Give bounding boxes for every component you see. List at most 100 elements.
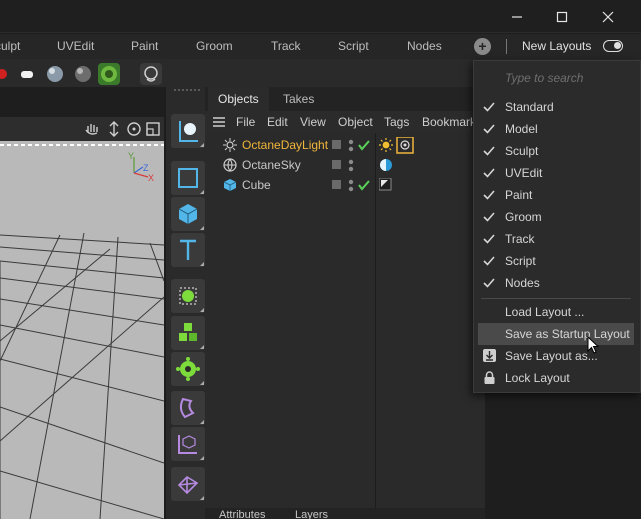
menu-object[interactable]: Object [338,111,373,133]
viewport-grid: Y Z X [0,144,164,519]
tab-attributes[interactable]: Attributes [219,509,265,519]
editor-visibility-dot [348,139,354,145]
layout-tab-sculpt[interactable]: Sculpt [0,34,20,59]
maximize-button[interactable] [539,0,585,33]
title-bar [0,0,641,33]
minimize-icon [512,15,522,18]
new-layouts-toggle[interactable] [603,40,623,52]
sun-tag-icon [379,138,393,152]
layout-item-paint[interactable]: Paint [478,184,634,206]
material-sphere-icon[interactable] [44,63,66,85]
rectangle-select-icon [178,168,198,188]
object-name-octanesky[interactable]: OctaneSky [242,155,301,175]
subdivision-button[interactable] [171,279,205,313]
tab-objects[interactable]: Objects [208,87,269,111]
menu-view[interactable]: View [300,111,326,133]
move-icon[interactable] [109,121,119,137]
viewport-header [0,117,164,141]
check-icon [483,234,495,244]
save-startup-layout-item[interactable]: Save as Startup Layout [478,323,634,345]
environment-tag-icon [380,159,392,171]
layer-icon [332,160,341,169]
check-icon [483,102,495,112]
render-visibility-dot [348,166,354,172]
layout-tab-track[interactable]: Track [271,34,301,59]
check-icon [483,212,495,222]
spline-shape-button[interactable] [171,467,205,501]
object-name-cube[interactable]: Cube [242,175,271,195]
lock-icon [484,371,495,384]
cube-object-button[interactable] [171,197,205,231]
add-layout-button[interactable]: + [474,38,491,55]
check-icon [483,190,495,200]
rectangle-select-button[interactable] [171,161,205,195]
minimize-button[interactable] [494,0,540,33]
layout-item-track[interactable]: Track [478,228,634,250]
spline-cube-icon [178,435,197,454]
menu-separator [481,298,631,299]
text-icon [180,239,196,260]
effector-icon [176,357,200,381]
menu-bookmarks[interactable]: Bookmarks [422,111,473,133]
octane-light-tag-icon [396,137,414,154]
layout-tab-uvedit[interactable]: UVEdit [57,34,94,59]
scale-tool-button[interactable] [171,114,205,148]
menu-file[interactable]: File [236,111,255,133]
pan-icon[interactable] [85,124,98,135]
layout-item-uvedit[interactable]: UVEdit [478,162,634,184]
tab-takes[interactable]: Takes [273,87,324,111]
mograph-effector-button[interactable] [171,352,205,386]
cloner-button[interactable] [171,316,205,350]
enabled-check-icon [358,180,370,191]
deformer-button[interactable] [171,391,205,425]
save-layout-as-item[interactable]: Save Layout as... [478,345,634,367]
octane-icon[interactable] [98,63,120,85]
editor-visibility-dot [348,179,354,185]
render-view-icon[interactable] [16,63,38,85]
layout-tab-paint[interactable]: Paint [131,34,158,59]
menu-tags[interactable]: Tags [384,111,409,133]
plus-icon: + [478,38,487,54]
hamburger-icon[interactable] [212,116,226,128]
maximize-view-icon[interactable] [146,122,160,136]
svg-text:Y: Y [128,151,134,161]
subdivision-icon [179,287,197,305]
new-layouts-label: New Layouts [522,39,592,53]
layout-item-groom[interactable]: Groom [478,206,634,228]
record-icon[interactable] [0,63,16,85]
layout-tab-groom[interactable]: Groom [196,34,233,59]
bend-deformer-icon [179,397,195,419]
object-name-octanedaylight[interactable]: OctaneDayLight [242,135,328,155]
close-button[interactable] [585,0,631,33]
layout-item-script[interactable]: Script [478,250,634,272]
load-layout-item[interactable]: Load Layout ... [478,301,634,323]
mouse-cursor-icon [587,336,600,354]
layout-item-sculpt[interactable]: Sculpt [478,140,634,162]
lock-layout-item[interactable]: Lock Layout [478,367,634,389]
layout-tab-nodes[interactable]: Nodes [407,34,442,59]
layer-icon [332,180,341,189]
spline-shape-icon [177,475,199,495]
tab-layers[interactable]: Layers [295,509,328,519]
spline-tool-button[interactable] [171,427,205,461]
rotate-icon[interactable] [127,122,141,136]
cube-icon [223,179,237,191]
light-icon [223,138,237,152]
sphere-icon[interactable] [72,63,94,85]
text-object-button[interactable] [171,233,205,267]
check-icon [483,278,495,288]
viewport[interactable]: Y Z X [0,141,164,519]
tool-palette [165,87,205,519]
layout-item-standard[interactable]: Standard [478,96,634,118]
svg-text:Z: Z [143,163,149,173]
lasso-icon[interactable] [140,63,162,85]
layer-icon [332,140,341,149]
phong-tag-icon [379,178,392,191]
cube-icon [178,204,198,224]
layout-search-input[interactable]: Type to search [505,70,583,86]
layout-tab-script[interactable]: Script [338,34,369,59]
scale-icon [179,121,198,142]
menu-edit[interactable]: Edit [267,111,288,133]
layout-item-model[interactable]: Model [478,118,634,140]
layout-item-nodes[interactable]: Nodes [478,272,634,294]
